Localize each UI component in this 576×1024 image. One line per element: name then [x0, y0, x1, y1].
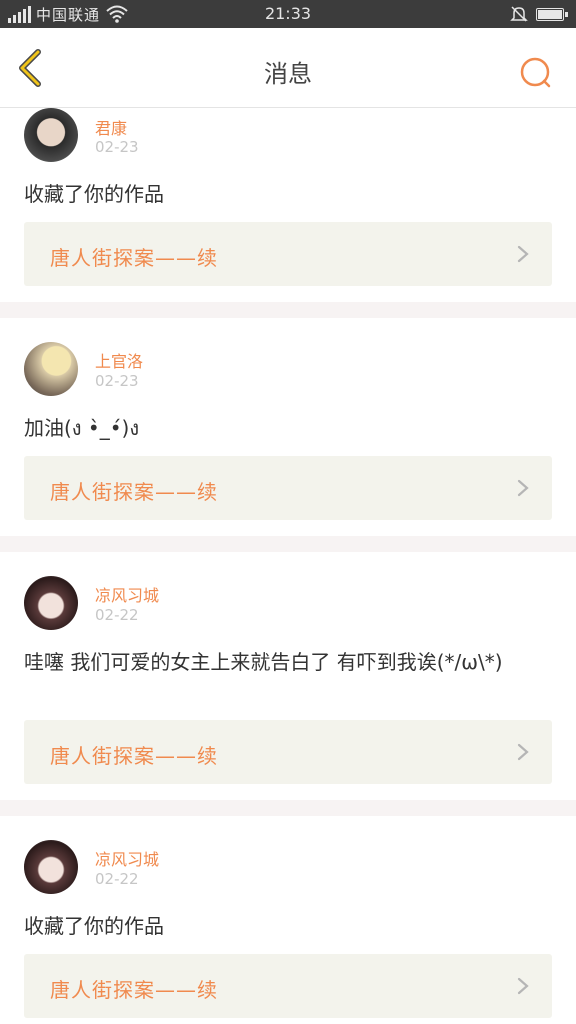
- message-date: 02-23: [95, 138, 139, 156]
- avatar[interactable]: [24, 108, 78, 162]
- avatar[interactable]: [24, 576, 78, 630]
- chevron-right-icon: [517, 743, 529, 761]
- message-text: 收藏了你的作品: [24, 914, 164, 938]
- message-text: 收藏了你的作品: [24, 182, 164, 206]
- avatar[interactable]: [24, 342, 78, 396]
- status-bar: 中国联通 21:33: [0, 0, 576, 28]
- clock: 21:33: [264, 4, 312, 23]
- screen: 中国联通 21:33 消息 君康 02-23 收藏了你的作品 唐人街探案——续 …: [0, 0, 576, 1024]
- message-item: 上官洛 02-23 加油(ง •̀_•́)ง 唐人街探案——续: [0, 318, 576, 536]
- work-link[interactable]: 唐人街探案——续: [24, 456, 552, 520]
- battery-icon: [536, 8, 568, 21]
- message-date: 02-22: [95, 606, 139, 624]
- username[interactable]: 君康: [95, 115, 127, 139]
- message-date: 02-22: [95, 870, 139, 888]
- page-title: 消息: [264, 60, 312, 88]
- chevron-right-icon: [517, 977, 529, 995]
- nav-bar: 消息: [0, 28, 576, 108]
- chevron-right-icon: [517, 479, 529, 497]
- username[interactable]: 凉风习城: [95, 582, 159, 606]
- separator: [0, 302, 576, 318]
- chevron-right-icon: [517, 245, 529, 263]
- separator: [0, 800, 576, 816]
- message-item: 凉风习城 02-22 哇噻 我们可爱的女主上来就告白了 有吓到我诶(*/ω\*)…: [0, 552, 576, 800]
- message-list: 君康 02-23 收藏了你的作品 唐人街探案——续 上官洛 02-23 加油(ง…: [0, 108, 576, 1024]
- work-link[interactable]: 唐人街探案——续: [24, 720, 552, 784]
- work-title: 唐人街探案——续: [50, 978, 218, 1002]
- message-text: 加油(ง •̀_•́)ง: [24, 416, 140, 440]
- mute-icon: [510, 6, 528, 22]
- work-title: 唐人街探案——续: [50, 744, 218, 768]
- message-item: 凉风习城 02-22 收藏了你的作品 唐人街探案——续: [0, 816, 576, 1024]
- message-date: 02-23: [95, 372, 139, 390]
- username[interactable]: 凉风习城: [95, 846, 159, 870]
- work-link[interactable]: 唐人街探案——续: [24, 954, 552, 1018]
- message-item: 君康 02-23 收藏了你的作品 唐人街探案——续: [0, 108, 576, 302]
- search-icon[interactable]: [516, 53, 556, 93]
- avatar[interactable]: [24, 840, 78, 894]
- username[interactable]: 上官洛: [95, 348, 143, 372]
- separator: [0, 536, 576, 552]
- work-title: 唐人街探案——续: [50, 246, 218, 270]
- message-text: 哇噻 我们可爱的女主上来就告白了 有吓到我诶(*/ω\*): [24, 650, 503, 674]
- work-title: 唐人街探案——续: [50, 480, 218, 504]
- work-link[interactable]: 唐人街探案——续: [24, 222, 552, 286]
